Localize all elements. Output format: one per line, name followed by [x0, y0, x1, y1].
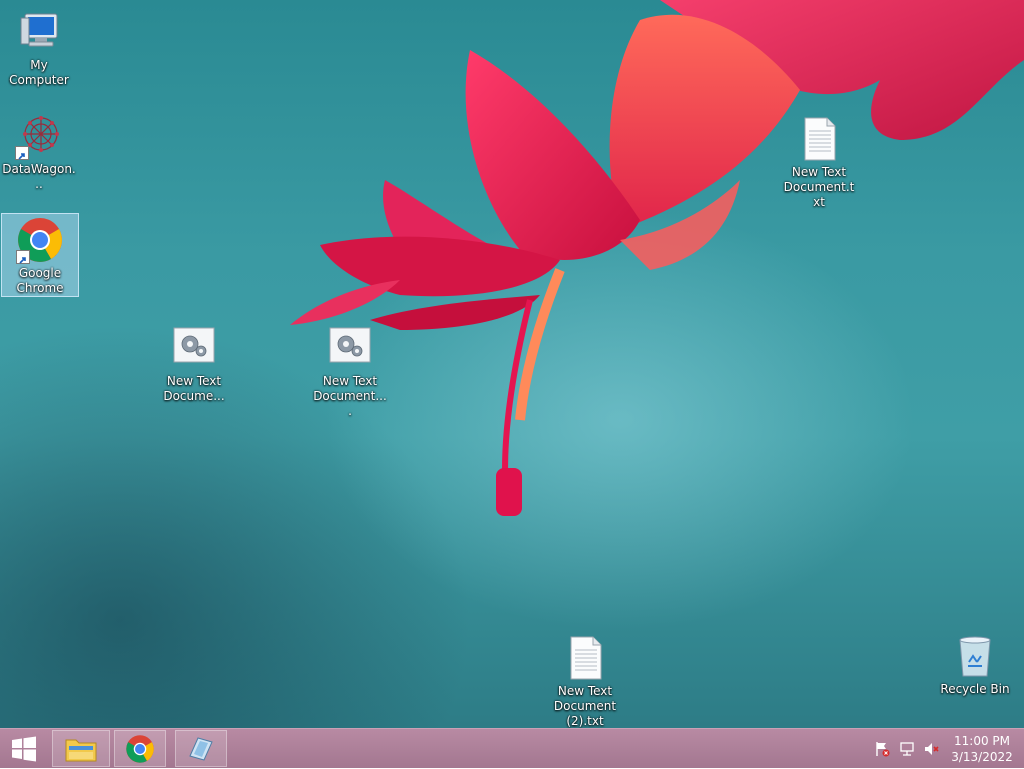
shortcut-arrow-icon: [15, 146, 29, 160]
taskbar-button-file-explorer[interactable]: [52, 730, 110, 767]
config-file-icon: [326, 324, 374, 372]
recycle-bin-icon: [951, 632, 999, 680]
taskbar-button-google-chrome[interactable]: [114, 730, 166, 767]
action-center-flag-icon[interactable]: [873, 740, 891, 758]
chrome-icon: [16, 216, 64, 264]
desktop-icon-label: DataWagon...: [2, 162, 76, 191]
file-explorer-icon: [65, 739, 97, 761]
text-file-icon: [561, 634, 609, 682]
config-file-icon: [170, 324, 218, 372]
desktop-icon-new-text-document-2[interactable]: New Text Document....: [311, 322, 389, 419]
desktop-icon-recycle-bin[interactable]: Recycle Bin: [936, 630, 1014, 697]
desktop-icon-label: New Text Document.txt: [783, 165, 855, 209]
chrome-icon: [126, 734, 154, 763]
desktop-icon-new-text-document-txt[interactable]: New Text Document.txt: [780, 113, 858, 210]
wallpaper-flower: [290, 0, 1024, 516]
start-button[interactable]: [0, 729, 48, 769]
windows-logo-icon: [12, 736, 36, 762]
desktop-icon-label: New Text Docume...: [163, 374, 225, 403]
desktop-icon-new-text-document-2-txt[interactable]: New Text Document (2).txt: [546, 632, 624, 728]
desktop-icon-label: New Text Document....: [313, 374, 387, 418]
datawagon-icon: [15, 112, 63, 160]
clock-time: 11:00 PM: [954, 734, 1010, 748]
desktop-icon-label: Recycle Bin: [940, 682, 1010, 696]
desktop-icon-new-text-document-1[interactable]: New Text Docume...: [155, 322, 233, 404]
clock-date: 3/13/2022: [951, 750, 1013, 764]
desktop-icon-label: New Text Document (2).txt: [553, 684, 617, 728]
text-file-icon: [795, 115, 843, 163]
volume-muted-icon[interactable]: [922, 740, 940, 758]
desktop-icon-datawagon[interactable]: DataWagon...: [0, 110, 78, 192]
computer-icon: [15, 8, 63, 56]
desktop[interactable]: My Computer DataWagon... Google Chrome N…: [0, 0, 1024, 728]
taskbar: 11:00 PM 3/13/2022: [0, 728, 1024, 768]
shortcut-arrow-icon: [16, 250, 30, 264]
desktop-icon-label: Google Chrome: [16, 266, 64, 295]
taskbar-button-notepad[interactable]: [175, 730, 227, 767]
desktop-icon-label: My Computer: [9, 58, 69, 87]
desktop-icon-my-computer[interactable]: My Computer: [0, 6, 78, 88]
network-icon[interactable]: [898, 740, 916, 758]
desktop-icon-google-chrome[interactable]: Google Chrome: [1, 213, 79, 297]
notepad-icon: [189, 736, 213, 761]
system-clock[interactable]: 11:00 PM 3/13/2022: [946, 733, 1018, 765]
